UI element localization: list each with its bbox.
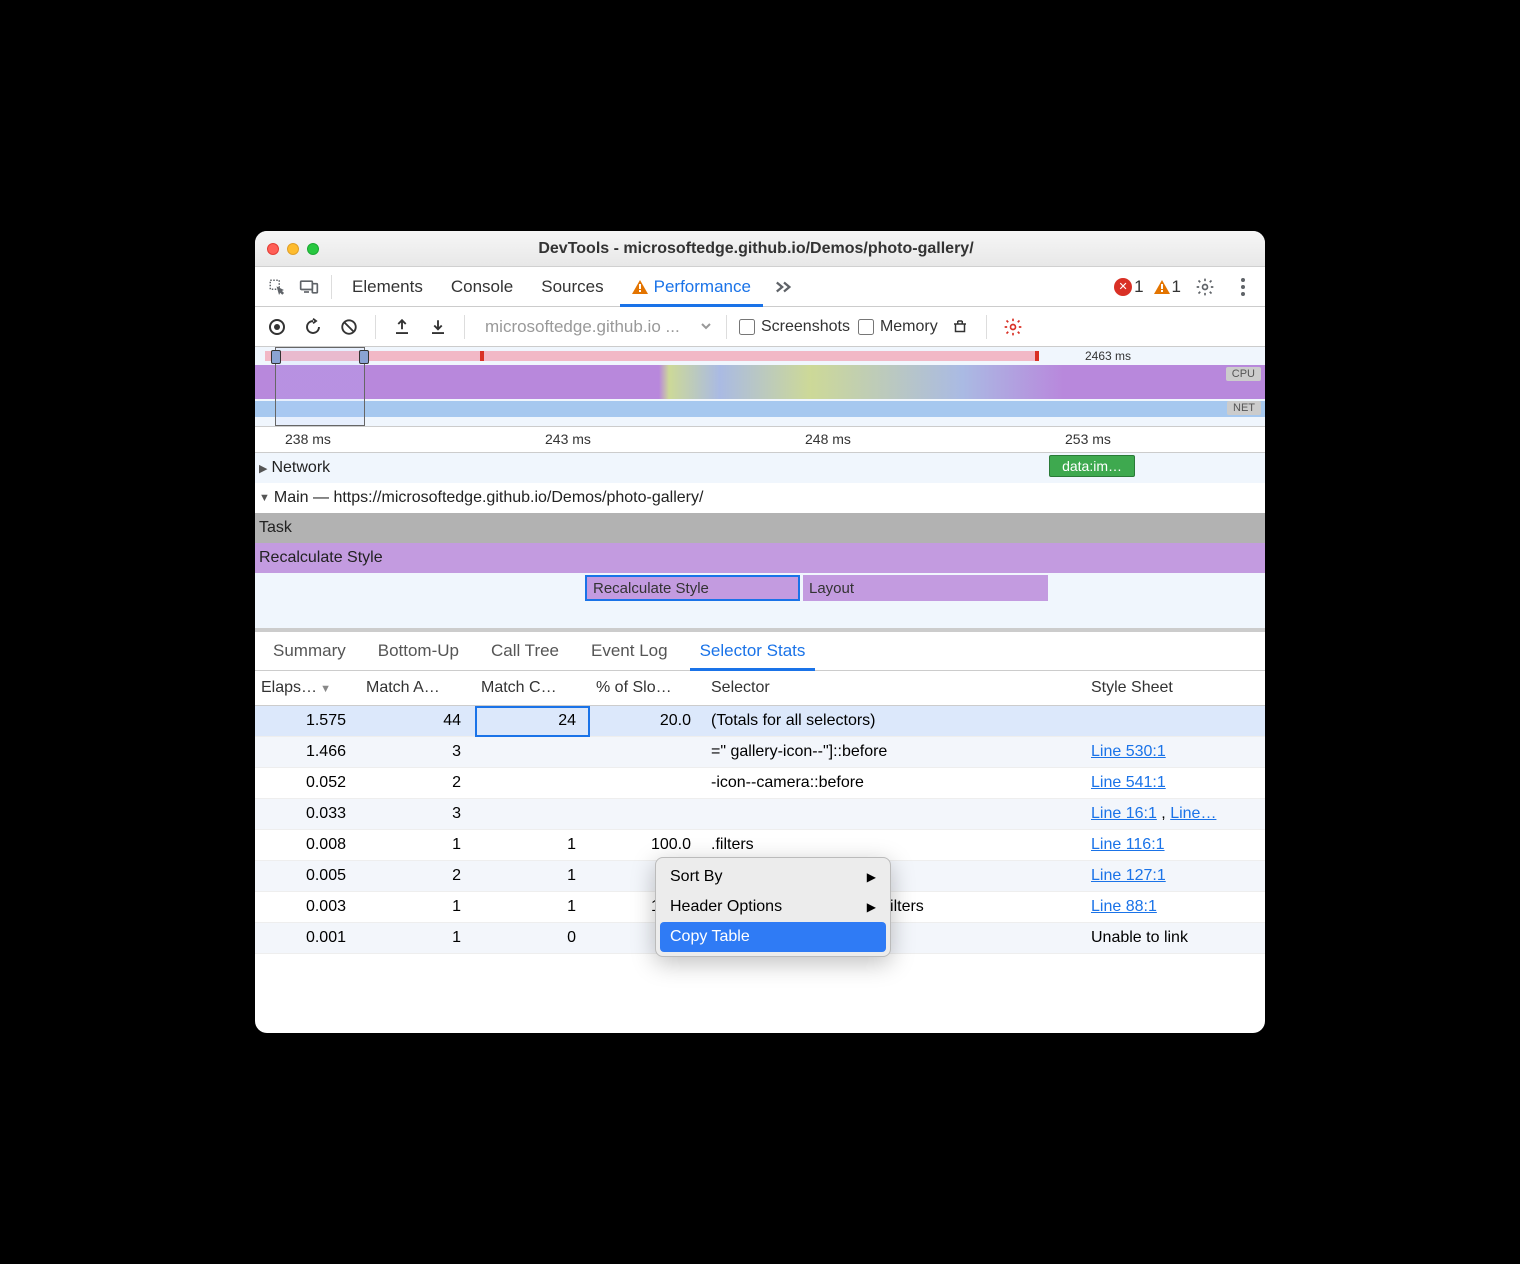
overview-handle-left[interactable] (271, 350, 281, 364)
tab-performance[interactable]: Performance (620, 267, 763, 307)
close-window-button[interactable] (267, 243, 279, 255)
table-row[interactable]: 0.00811100.0.filtersLine 116:1 (255, 830, 1265, 861)
tab-console[interactable]: Console (439, 267, 525, 307)
table-row[interactable]: 1.4663=" gallery-icon--"]::beforeLine 53… (255, 737, 1265, 768)
selector-stats-table: Elaps… Match A… Match C… % of Slo… Selec… (255, 671, 1265, 1033)
upload-icon[interactable] (388, 313, 416, 341)
memory-checkbox[interactable]: Memory (858, 318, 938, 336)
dtab-summary[interactable]: Summary (263, 631, 356, 671)
timeline-overview[interactable]: 463 ms 963 ms 1463 ms 1963 ms 2463 ms CP… (255, 347, 1265, 427)
col-selector[interactable]: Selector (705, 671, 1085, 706)
col-elapsed[interactable]: Elaps… (255, 671, 360, 706)
ctx-copy-table[interactable]: Copy Table (660, 922, 886, 952)
clear-button[interactable] (335, 313, 363, 341)
minimize-window-button[interactable] (287, 243, 299, 255)
dtab-call-tree[interactable]: Call Tree (481, 631, 569, 671)
net-band: NET (255, 401, 1265, 417)
stylesheet-link[interactable]: Line 530:1 (1091, 743, 1166, 760)
stylesheet-link[interactable]: Line… (1170, 805, 1216, 822)
titlebar: DevTools - microsoftedge.github.io/Demos… (255, 231, 1265, 267)
screenshots-checkbox[interactable]: Screenshots (739, 318, 850, 336)
errors-indicator[interactable]: ✕ 1 (1114, 277, 1143, 297)
recalc-full[interactable]: Recalculate Style (255, 543, 1265, 573)
main-tabstrip: Elements Console Sources Performance ✕ 1… (255, 267, 1265, 307)
overview-window[interactable] (275, 347, 365, 426)
recalc-selected[interactable]: Recalculate Style (585, 575, 800, 601)
main-track[interactable]: Main — https://microsoftedge.github.io/D… (255, 483, 1265, 513)
chevron-right-icon: ▶ (867, 870, 876, 884)
devtools-window: DevTools - microsoftedge.github.io/Demos… (255, 231, 1265, 1033)
window-title: DevTools - microsoftedge.github.io/Demos… (327, 240, 1185, 258)
table-row[interactable]: 0.0522-icon--camera::beforeLine 541:1 (255, 768, 1265, 799)
col-pct-slow[interactable]: % of Slo… (590, 671, 705, 706)
more-tabs-button[interactable] (767, 280, 801, 294)
col-match-count[interactable]: Match C… (475, 671, 590, 706)
stylesheet-link[interactable]: Line 541:1 (1091, 774, 1166, 791)
cpu-band: CPU (255, 365, 1265, 399)
dtab-selector-stats[interactable]: Selector Stats (690, 631, 816, 671)
profile-selector[interactable]: microsoftedge.github.io ... (477, 312, 714, 341)
time-ruler: 238 ms 243 ms 248 ms 253 ms (255, 427, 1265, 453)
table-row[interactable]: 1.575442420.0(Totals for all selectors) (255, 706, 1265, 737)
zoom-window-button[interactable] (307, 243, 319, 255)
tab-elements[interactable]: Elements (340, 267, 435, 307)
chevron-right-icon: ▶ (867, 900, 876, 914)
warning-icon (1154, 280, 1170, 294)
record-button[interactable] (263, 313, 291, 341)
settings-icon[interactable] (1191, 273, 1219, 301)
stylesheet-link[interactable]: Line 88:1 (1091, 898, 1157, 915)
warning-icon (632, 280, 648, 294)
reload-button[interactable] (299, 313, 327, 341)
stylesheet-link[interactable]: Line 127:1 (1091, 867, 1166, 884)
layout-block[interactable]: Layout (803, 575, 1048, 601)
ctx-header-options[interactable]: Header Options▶ (660, 892, 886, 922)
col-stylesheet[interactable]: Style Sheet (1085, 671, 1265, 706)
stylesheet-link[interactable]: Line 16:1 (1091, 805, 1157, 822)
capture-settings-icon[interactable] (999, 313, 1027, 341)
download-icon[interactable] (424, 313, 452, 341)
ctx-sort-by[interactable]: Sort By▶ (660, 862, 886, 892)
network-track[interactable]: Network data:im… (255, 453, 1265, 483)
device-toggle-icon[interactable] (295, 273, 323, 301)
dtab-bottom-up[interactable]: Bottom-Up (368, 631, 469, 671)
stylesheet-link[interactable]: Line 116:1 (1091, 836, 1165, 853)
detail-tabs: Summary Bottom-Up Call Tree Event Log Se… (255, 631, 1265, 671)
task-row[interactable]: Task (255, 513, 1265, 543)
performance-toolbar: microsoftedge.github.io ... Screenshots … (255, 307, 1265, 347)
garbage-collect-icon[interactable] (946, 313, 974, 341)
error-icon: ✕ (1114, 278, 1132, 296)
overview-handle-right[interactable] (359, 350, 369, 364)
col-match-attempts[interactable]: Match A… (360, 671, 475, 706)
context-menu: Sort By▶ Header Options▶ Copy Table (655, 857, 891, 957)
kebab-icon[interactable] (1229, 273, 1257, 301)
tab-sources[interactable]: Sources (529, 267, 615, 307)
dtab-event-log[interactable]: Event Log (581, 631, 678, 671)
inspect-icon[interactable] (263, 273, 291, 301)
table-row[interactable]: 0.0333Line 16:1 , Line… (255, 799, 1265, 830)
flamegraph[interactable]: Network data:im… Main — https://microsof… (255, 453, 1265, 631)
network-entry[interactable]: data:im… (1049, 455, 1135, 477)
warnings-indicator[interactable]: 1 (1154, 277, 1181, 297)
